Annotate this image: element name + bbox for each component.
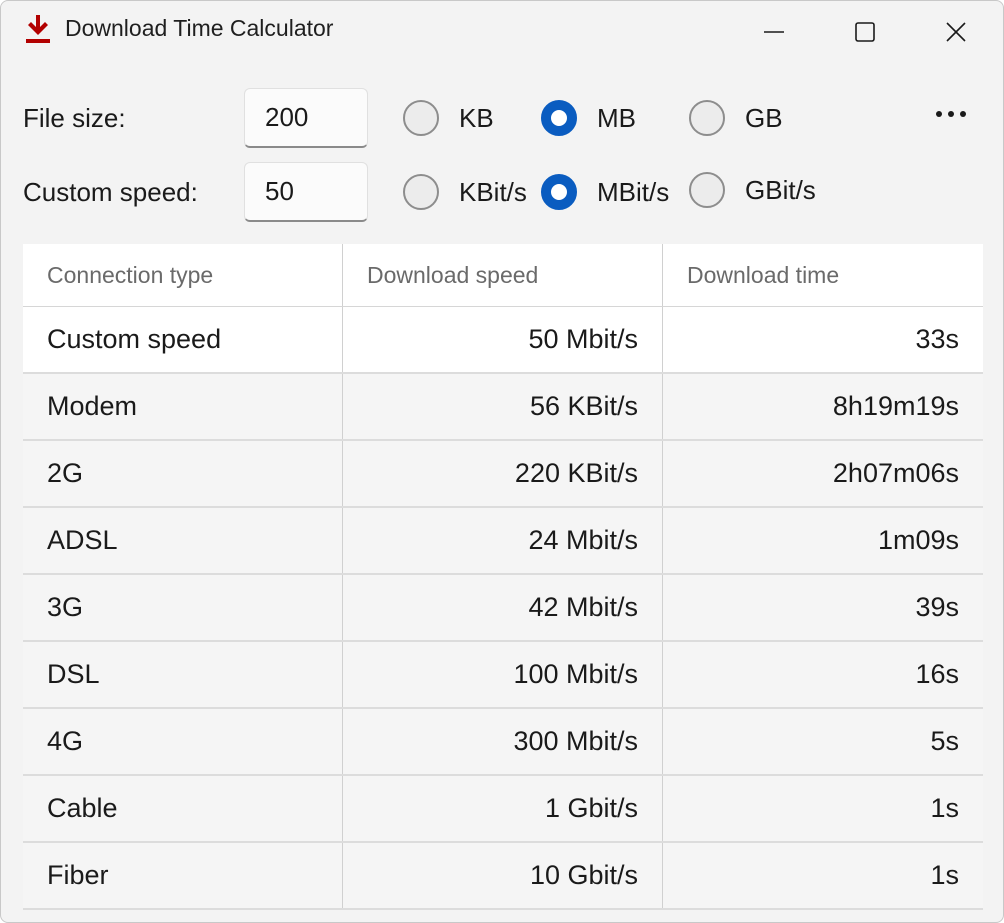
cell-download-speed: 42 Mbit/s [342,575,662,640]
cell-connection-type: ADSL [47,525,118,555]
file-size-label: File size: [23,103,126,133]
radio-kbit[interactable]: KBit/s [403,174,527,210]
table-row[interactable]: 2G 220 KBit/s 2h07m06s [23,441,983,508]
radio-gb-label: GB [745,102,783,133]
results-table: Connection type Download speed Download … [23,244,983,910]
cell-download-time: 39s [662,575,983,640]
radio-mbit-label: MBit/s [597,176,670,207]
more-icon [936,111,966,117]
column-header-download-time[interactable]: Download time [662,244,983,306]
maximize-button[interactable] [842,7,888,57]
cell-download-time: 8h19m19s [662,374,983,439]
radio-circle[interactable] [689,100,725,136]
radio-circle[interactable] [689,172,725,208]
radio-circle-selected[interactable] [541,174,577,210]
column-header-connection-type[interactable]: Connection type [23,244,342,306]
radio-mbit[interactable]: MBit/s [541,174,669,210]
table-row[interactable]: Custom speed 50 Mbit/s 33s [23,307,983,374]
table-row[interactable]: DSL 100 Mbit/s 16s [23,642,983,709]
cell-download-speed: 300 Mbit/s [342,709,662,774]
table-row[interactable]: Cable 1 Gbit/s 1s [23,776,983,843]
cell-connection-type: 4G [47,726,84,756]
cell-download-speed: 24 Mbit/s [342,508,662,573]
maximize-icon [855,22,875,42]
cell-download-time: 5s [662,709,983,774]
cell-connection-type: 2G [47,458,84,488]
radio-gb[interactable]: GB [689,100,783,136]
cell-connection-type: Modem [47,391,138,421]
custom-speed-label: Custom speed: [23,177,198,207]
radio-gbit-label: GBit/s [745,174,816,205]
radio-circle-selected[interactable] [541,100,577,136]
minimize-button[interactable] [751,7,797,57]
radio-circle[interactable] [403,174,439,210]
app-window: Download Time Calculator File size: KB M… [0,0,1004,923]
close-icon [946,22,966,42]
cell-connection-type: DSL [47,659,100,689]
table-row[interactable]: Fiber 10 Gbit/s 1s [23,843,983,910]
table-row[interactable]: 3G 42 Mbit/s 39s [23,575,983,642]
column-header-download-speed[interactable]: Download speed [342,244,662,306]
table-body: Custom speed 50 Mbit/s 33s Modem 56 KBit… [23,307,983,910]
window-title: Download Time Calculator [65,15,334,41]
cell-download-time: 33s [662,307,983,372]
cell-connection-type: Custom speed [47,324,222,354]
radio-kbit-label: KBit/s [459,176,527,207]
cell-download-time: 16s [662,642,983,707]
radio-mb[interactable]: MB [541,100,636,136]
table-row[interactable]: ADSL 24 Mbit/s 1m09s [23,508,983,575]
cell-download-speed: 220 KBit/s [342,441,662,506]
cell-download-time: 2h07m06s [662,441,983,506]
cell-connection-type: 3G [47,592,84,622]
custom-speed-input[interactable] [244,162,368,222]
close-button[interactable] [933,7,979,57]
download-arrow-icon [25,14,51,44]
title-bar[interactable]: Download Time Calculator [1,1,1003,63]
cell-connection-type: Fiber [47,860,109,890]
radio-mb-label: MB [597,102,636,133]
table-row[interactable]: Modem 56 KBit/s 8h19m19s [23,374,983,441]
cell-connection-type: Cable [47,793,118,823]
cell-download-speed: 56 KBit/s [342,374,662,439]
file-size-input[interactable] [244,88,368,148]
table-header: Connection type Download speed Download … [23,244,983,307]
cell-download-time: 1s [662,843,983,908]
more-options-button[interactable] [929,99,973,129]
cell-download-speed: 1 Gbit/s [342,776,662,841]
cell-download-speed: 50 Mbit/s [342,307,662,372]
radio-circle[interactable] [403,100,439,136]
cell-download-speed: 100 Mbit/s [342,642,662,707]
radio-kb-label: KB [459,102,494,133]
radio-kb[interactable]: KB [403,100,494,136]
cell-download-time: 1m09s [662,508,983,573]
cell-download-time: 1s [662,776,983,841]
radio-gbit[interactable]: GBit/s [689,172,816,208]
minimize-icon [764,31,784,33]
table-row[interactable]: 4G 300 Mbit/s 5s [23,709,983,776]
cell-download-speed: 10 Gbit/s [342,843,662,908]
